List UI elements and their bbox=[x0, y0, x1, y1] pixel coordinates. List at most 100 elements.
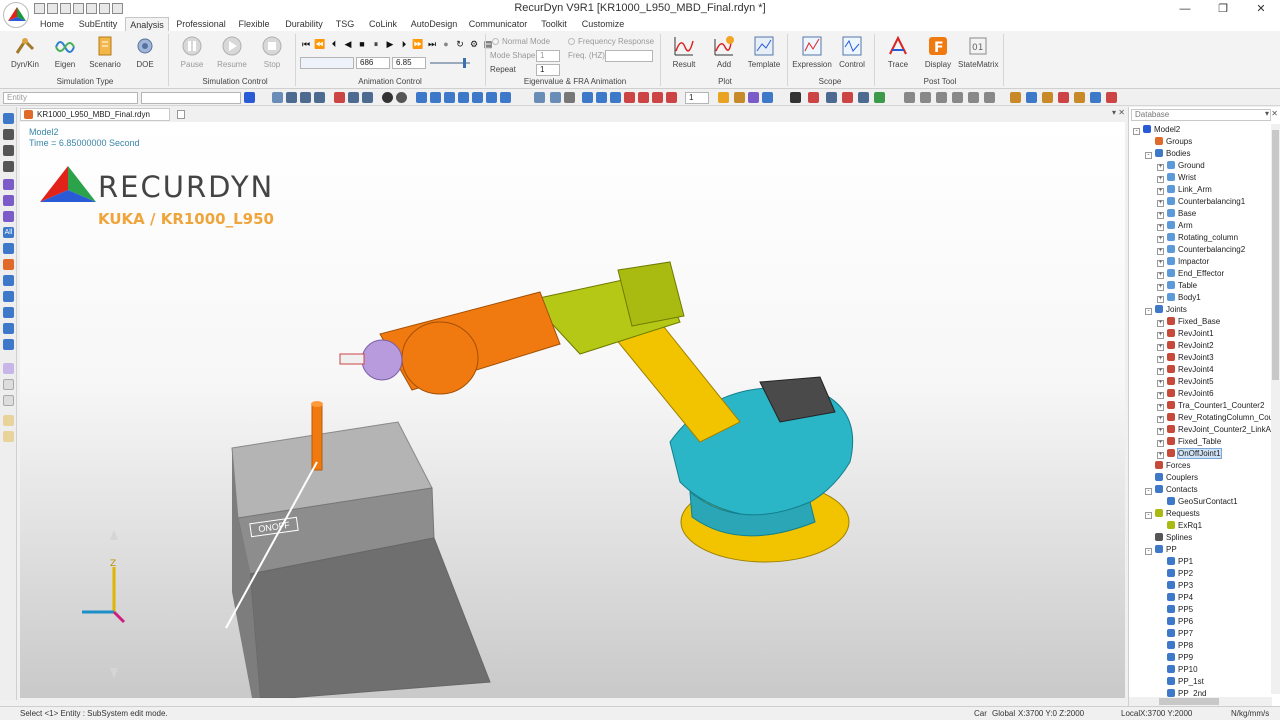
viewport-menu-icons[interactable]: ▾ ✕ bbox=[1112, 108, 1125, 117]
animation-mode-icons[interactable] bbox=[300, 57, 354, 69]
filter-pp-icon[interactable] bbox=[3, 339, 14, 350]
restore-icon[interactable]: ❐ bbox=[1204, 0, 1242, 17]
eraser-icon[interactable] bbox=[3, 431, 14, 442]
filter-contact-icon[interactable] bbox=[3, 291, 14, 302]
first-frame-icon[interactable]: ⏮ bbox=[300, 38, 312, 50]
joint-display-icon[interactable] bbox=[638, 92, 649, 103]
tree-item[interactable]: Forces bbox=[1145, 460, 1190, 472]
expand-icon[interactable]: + bbox=[1157, 296, 1164, 303]
tree-item[interactable]: + Base bbox=[1157, 208, 1196, 220]
tree-item[interactable]: + RevJoint2 bbox=[1157, 340, 1214, 352]
scrollbar-thumb[interactable] bbox=[1272, 130, 1279, 380]
tree-item[interactable]: Groups bbox=[1145, 136, 1192, 148]
expand-icon[interactable]: + bbox=[1157, 164, 1164, 171]
scrollbar-thumb[interactable] bbox=[1159, 698, 1219, 705]
tab-communicator[interactable]: Communicator bbox=[466, 17, 530, 31]
add-plot-button[interactable]: Add bbox=[704, 34, 744, 76]
tree-horizontal-scrollbar[interactable] bbox=[1129, 697, 1272, 706]
body-icon[interactable] bbox=[3, 195, 14, 206]
stop-button[interactable]: Stop bbox=[252, 34, 292, 76]
contact-display-icon[interactable] bbox=[666, 92, 677, 103]
animation-slider[interactable] bbox=[430, 58, 470, 68]
template-button[interactable]: Template bbox=[744, 34, 784, 76]
filter-force-icon[interactable] bbox=[3, 275, 14, 286]
entity-filter-input[interactable] bbox=[141, 92, 241, 104]
scenario-button[interactable]: Scenario bbox=[85, 34, 125, 76]
doe-button[interactable]: DOE bbox=[125, 34, 165, 76]
tree-item[interactable]: + Ground bbox=[1157, 160, 1205, 172]
tab-toolkit[interactable]: Toolkit bbox=[536, 17, 572, 31]
expand-icon[interactable]: + bbox=[1157, 248, 1164, 255]
box-select-icon[interactable] bbox=[858, 92, 869, 103]
axis-yz-icon[interactable] bbox=[936, 92, 947, 103]
tree-item[interactable]: + RevJoint_Counter2_LinkArm bbox=[1157, 424, 1280, 436]
expand-icon[interactable]: + bbox=[1157, 260, 1164, 267]
tree-item[interactable]: PP6 bbox=[1157, 616, 1193, 628]
circle-select-icon[interactable] bbox=[3, 395, 14, 406]
tree-item[interactable]: + Arm bbox=[1157, 220, 1193, 232]
expand-icon[interactable]: + bbox=[1157, 236, 1164, 243]
tree-item[interactable]: PP2 bbox=[1157, 568, 1193, 580]
time-input[interactable]: 6.85 bbox=[392, 57, 426, 69]
tree-item[interactable]: PP1 bbox=[1157, 556, 1193, 568]
tool-g-icon[interactable] bbox=[1106, 92, 1117, 103]
tree-item[interactable]: PP_1st bbox=[1157, 676, 1204, 688]
minimize-icon[interactable]: — bbox=[1166, 0, 1204, 17]
recurdyn-logo-icon[interactable] bbox=[3, 2, 29, 28]
fit-icon[interactable] bbox=[334, 92, 345, 103]
selection-box-icon[interactable] bbox=[3, 363, 14, 374]
tree-item[interactable]: + Counterbalancing2 bbox=[1157, 244, 1245, 256]
filter-joint-icon[interactable] bbox=[3, 259, 14, 270]
tree-item[interactable]: + Table bbox=[1157, 280, 1197, 292]
database-search-input[interactable]: Database bbox=[1131, 109, 1271, 121]
expand-icon[interactable]: + bbox=[1157, 176, 1164, 183]
tree-item[interactable]: + RevJoint5 bbox=[1157, 376, 1214, 388]
filter-spline-icon[interactable] bbox=[3, 323, 14, 334]
collapse-icon[interactable]: - bbox=[1133, 128, 1140, 135]
select-icon[interactable] bbox=[272, 92, 283, 103]
axis-x-icon[interactable] bbox=[968, 92, 979, 103]
scale-mode-icon[interactable] bbox=[3, 161, 14, 172]
tool-d-icon[interactable] bbox=[1058, 92, 1069, 103]
tree-item[interactable]: + Rotating_column bbox=[1157, 232, 1238, 244]
light-icon[interactable] bbox=[762, 92, 773, 103]
view-back-icon[interactable] bbox=[430, 92, 441, 103]
expand-icon[interactable]: + bbox=[1157, 212, 1164, 219]
expand-icon[interactable]: + bbox=[1157, 284, 1164, 291]
tree-item[interactable]: + Impactor bbox=[1157, 256, 1209, 268]
axis-xy-icon[interactable] bbox=[920, 92, 931, 103]
view-rotate-icon[interactable] bbox=[362, 92, 373, 103]
resume-button[interactable]: Resume bbox=[212, 34, 252, 76]
marker-icon[interactable] bbox=[624, 92, 635, 103]
tree-item[interactable]: PP5 bbox=[1157, 604, 1193, 616]
tab-flexible[interactable]: Flexible bbox=[234, 17, 274, 31]
expand-icon[interactable]: + bbox=[1157, 440, 1164, 447]
tree-item[interactable]: + RevJoint1 bbox=[1157, 328, 1214, 340]
tab-tsg[interactable]: TSG bbox=[332, 17, 358, 31]
entity-input[interactable]: Entity bbox=[3, 92, 138, 104]
record-icon[interactable]: ● bbox=[440, 38, 452, 50]
tool-b-icon[interactable] bbox=[1026, 92, 1037, 103]
check-icon[interactable] bbox=[244, 92, 255, 103]
stop-animation-icon[interactable]: ■ bbox=[356, 38, 368, 50]
cursor-icon[interactable] bbox=[790, 92, 801, 103]
collapse-icon[interactable]: - bbox=[1145, 548, 1152, 555]
joint-icon[interactable] bbox=[3, 211, 14, 222]
pause-animation-icon[interactable]: ⏸ bbox=[370, 38, 382, 50]
expand-icon[interactable]: + bbox=[1157, 344, 1164, 351]
view-right-icon[interactable] bbox=[458, 92, 469, 103]
flag-icon[interactable] bbox=[842, 92, 853, 103]
tool-e-icon[interactable] bbox=[1074, 92, 1085, 103]
panel-close-icon[interactable]: ▾ ✕ bbox=[1265, 109, 1278, 118]
loop-icon[interactable]: ↻ bbox=[454, 38, 466, 50]
close-icon[interactable]: ✕ bbox=[1242, 0, 1280, 17]
select-mode-icon[interactable] bbox=[3, 113, 14, 124]
filter-body-icon[interactable] bbox=[3, 243, 14, 254]
measure-icon[interactable] bbox=[550, 92, 561, 103]
dyn-kin-button[interactable]: Dyn/Kin bbox=[5, 34, 45, 76]
statematrix-button[interactable]: 01 StateMatrix bbox=[958, 34, 998, 76]
new-tab-icon[interactable] bbox=[177, 110, 185, 119]
tree-item[interactable]: PP4 bbox=[1157, 592, 1193, 604]
expand-icon[interactable]: + bbox=[1157, 368, 1164, 375]
filter-marker-icon[interactable] bbox=[3, 307, 14, 318]
